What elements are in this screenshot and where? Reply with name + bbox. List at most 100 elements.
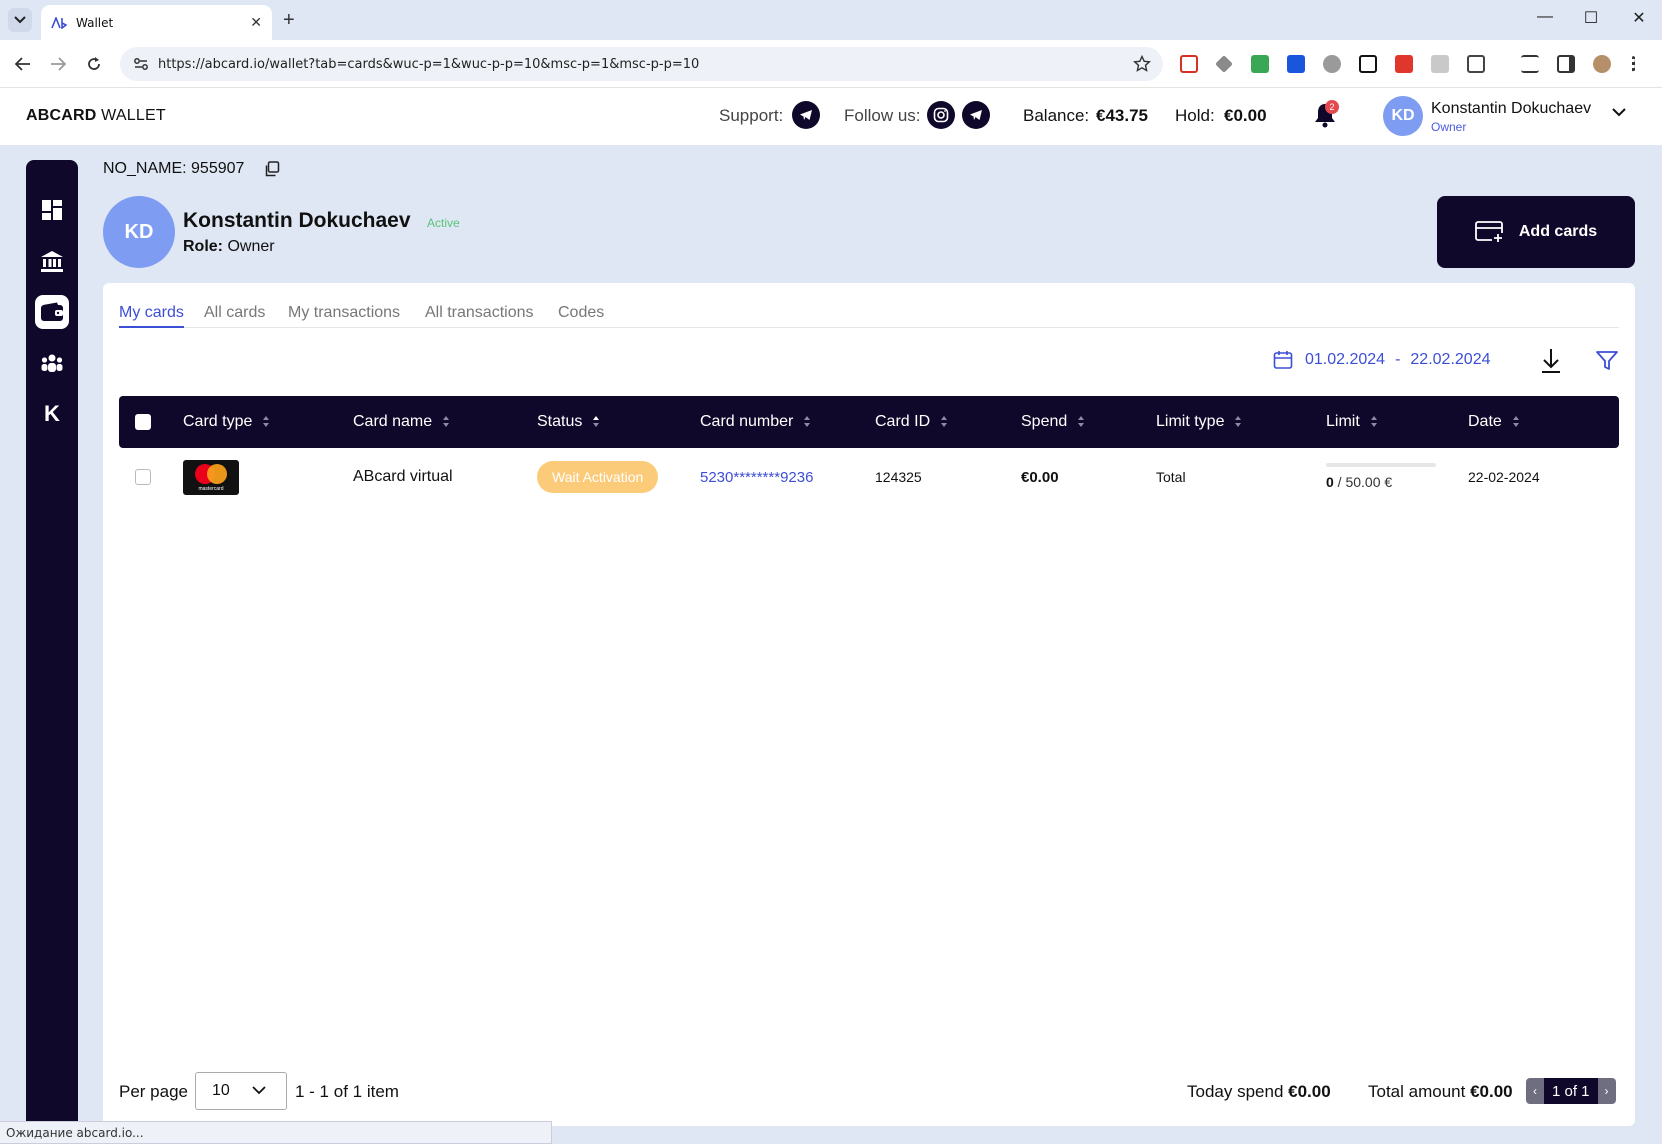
profile-avatar: KD: [103, 196, 175, 268]
cell-date: 22-02-2024: [1468, 469, 1540, 485]
wallet-icon: [41, 302, 63, 321]
role-label: Role:: [183, 238, 223, 255]
reading-list-icon[interactable]: [1521, 55, 1539, 73]
card-number-link[interactable]: 5230********9236: [700, 469, 813, 486]
cell-limit-type: Total: [1156, 469, 1186, 485]
balance-label: Balance:: [1023, 106, 1090, 125]
add-cards-label: Add cards: [1518, 223, 1598, 240]
role-line: Role: Owner: [183, 238, 275, 256]
column-card-name[interactable]: Card name: [353, 396, 450, 448]
app-logo[interactable]: ABCARD WALLET: [26, 107, 166, 125]
back-button[interactable]: [12, 53, 34, 75]
sidebar-item-wallet[interactable]: [35, 295, 69, 329]
extension-gray-icon[interactable]: [1431, 55, 1449, 73]
extension-power-icon[interactable]: [1323, 55, 1341, 73]
user-name[interactable]: Konstantin Dokuchaev: [1431, 100, 1591, 118]
extension-blue-icon[interactable]: [1287, 55, 1305, 73]
column-label: Status: [537, 413, 583, 430]
extension-red-icon[interactable]: [1395, 55, 1413, 73]
sidebar-item-bank[interactable]: [35, 244, 69, 278]
select-all-checkbox[interactable]: [135, 414, 151, 430]
today-spend-value: €0.00: [1288, 1082, 1331, 1101]
limit-total: / 50.00 €: [1333, 474, 1393, 490]
close-window-button[interactable]: ✕: [1626, 8, 1652, 28]
new-tab-button[interactable]: +: [283, 9, 295, 31]
column-limit[interactable]: Limit: [1326, 396, 1378, 448]
sidebar-item-team[interactable]: [35, 346, 69, 380]
row-checkbox[interactable]: [135, 469, 151, 485]
column-limit-type[interactable]: Limit type: [1156, 396, 1242, 448]
extension-green-icon[interactable]: [1251, 55, 1269, 73]
maximize-button[interactable]: ☐: [1578, 8, 1604, 28]
per-page-label: Per page: [119, 1082, 188, 1101]
address-bar[interactable]: https://abcard.io/wallet?tab=cards&wuc-p…: [120, 47, 1163, 81]
sort-icon: [442, 415, 450, 429]
date-from: 01.02.2024: [1305, 351, 1386, 368]
column-card-number[interactable]: Card number: [700, 396, 811, 448]
balance-value: €43.75: [1096, 106, 1148, 125]
copy-icon[interactable]: [264, 161, 280, 177]
tab-all-cards[interactable]: All cards: [204, 304, 265, 328]
browser-status-bar: Ожидание abcard.io...: [0, 1121, 552, 1144]
abcard-favicon-icon: [51, 16, 67, 29]
pagination: ‹ 1 of 1 ›: [1526, 1078, 1616, 1104]
reload-button[interactable]: [83, 53, 105, 75]
site-settings-icon: [134, 58, 148, 70]
mastercard-logo-icon: mastercard: [183, 459, 239, 495]
tab-my-transactions[interactable]: My transactions: [288, 304, 400, 328]
tab-search-button[interactable]: [8, 8, 32, 32]
cell-card-id: 124325: [875, 469, 922, 485]
sidebar-item-dashboard[interactable]: [35, 193, 69, 227]
account-title: NO_NAME: 955907: [103, 160, 245, 177]
side-panel-icon[interactable]: [1557, 55, 1575, 73]
sort-icon: [1512, 415, 1520, 429]
column-date[interactable]: Date: [1468, 396, 1520, 448]
column-spend[interactable]: Spend: [1021, 396, 1085, 448]
tab-codes[interactable]: Codes: [558, 304, 604, 328]
prev-page-button[interactable]: ‹: [1526, 1078, 1544, 1104]
tab-my-cards[interactable]: My cards: [119, 304, 184, 328]
dashboard-icon: [42, 200, 62, 220]
add-cards-button[interactable]: Add cards: [1437, 196, 1635, 268]
cell-card-number: 5230********9236: [700, 448, 813, 506]
limit-used: 0: [1326, 474, 1334, 490]
next-page-button[interactable]: ›: [1597, 1078, 1616, 1104]
today-spend-label: Today spend: [1187, 1082, 1289, 1101]
total-amount-value: €0.00: [1470, 1082, 1513, 1101]
chevron-down-icon: [252, 1086, 266, 1095]
sidebar-item-k[interactable]: K: [35, 397, 69, 431]
arrow-left-icon: [15, 57, 30, 71]
column-label: Card name: [353, 413, 433, 430]
browser-tab-strip: Wallet ✕ + — ☐ ✕: [0, 0, 1662, 40]
follow-telegram-icon[interactable]: [962, 101, 990, 129]
user-avatar[interactable]: KD: [1383, 96, 1423, 136]
extensions-puzzle-icon[interactable]: [1467, 55, 1485, 73]
column-card-id[interactable]: Card ID: [875, 396, 948, 448]
column-label: Card ID: [875, 413, 931, 430]
date-range-picker[interactable]: 01.02.2024 - 22.02.2024: [1273, 350, 1490, 370]
arrow-right-icon: [51, 57, 66, 71]
profile-avatar-icon[interactable]: [1593, 55, 1611, 73]
extension-diamond-icon[interactable]: [1215, 55, 1233, 73]
tab-all-transactions[interactable]: All transactions: [425, 304, 534, 328]
forward-button[interactable]: [47, 53, 69, 75]
column-status[interactable]: Status: [537, 396, 600, 448]
date-to: 22.02.2024: [1410, 351, 1491, 368]
bookmark-star-icon[interactable]: [1133, 55, 1151, 73]
per-page-select[interactable]: 10: [195, 1072, 287, 1110]
column-card-type[interactable]: Card type: [183, 396, 270, 448]
notion-extension-icon[interactable]: [1359, 55, 1377, 73]
table-row[interactable]: mastercard ABcard virtual Wait Activatio…: [119, 448, 1619, 506]
browser-menu-icon[interactable]: [1632, 55, 1638, 73]
download-icon[interactable]: [1541, 348, 1561, 374]
gmail-extension-icon[interactable]: [1180, 55, 1198, 73]
instagram-icon[interactable]: [927, 101, 955, 129]
minimize-button[interactable]: —: [1532, 8, 1558, 26]
user-menu-chevron-icon[interactable]: [1612, 108, 1626, 117]
filter-icon[interactable]: [1596, 351, 1618, 371]
tab-close-icon[interactable]: ✕: [250, 14, 262, 31]
browser-tab-wallet[interactable]: Wallet ✕: [41, 5, 272, 40]
team-icon: [41, 354, 63, 372]
cell-card-type: mastercard: [183, 448, 239, 506]
support-telegram-icon[interactable]: [792, 101, 820, 129]
